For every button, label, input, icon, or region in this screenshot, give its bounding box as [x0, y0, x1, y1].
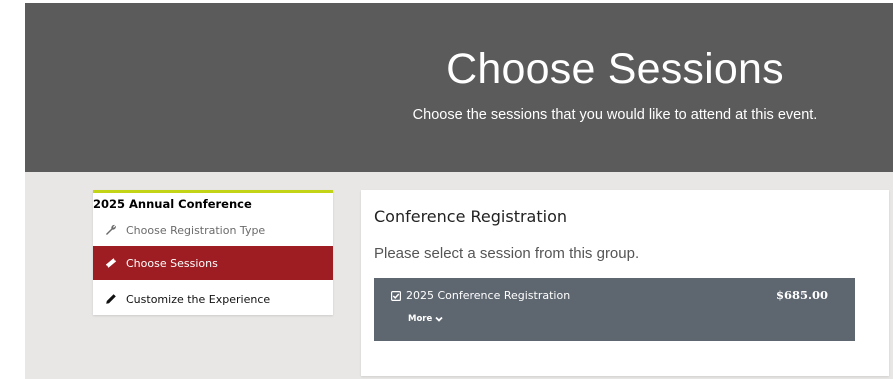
step-label: Choose Sessions — [126, 256, 218, 270]
session-name: 2025 Conference Registration — [406, 289, 571, 302]
chevron-down-icon — [435, 315, 443, 323]
pencil-icon — [105, 293, 117, 305]
session-group-instruction: Please select a session from this group. — [374, 245, 640, 262]
registration-steps-sidebar: 2025 Annual Conference Choose Registrati… — [93, 190, 333, 315]
event-name-heading: 2025 Annual Conference — [93, 197, 252, 211]
checked-checkbox-icon[interactable] — [391, 290, 401, 301]
session-select[interactable]: 2025 Conference Registration — [391, 289, 570, 302]
session-price: $685.00 — [775, 288, 828, 302]
page-title: Choose Sessions — [446, 45, 784, 93]
page-header-banner: Choose Sessions Choose the sessions that… — [25, 3, 893, 172]
more-label: More — [408, 314, 433, 324]
step-choose-registration-type[interactable]: Choose Registration Type — [93, 213, 333, 247]
page-subtitle: Choose the sessions that you would like … — [412, 107, 818, 123]
session-group-title: Conference Registration — [374, 207, 567, 226]
step-customize-experience[interactable]: Customize the Experience — [93, 282, 333, 316]
step-label: Choose Registration Type — [126, 223, 266, 237]
wrench-icon — [105, 224, 117, 236]
more-details-toggle[interactable]: More — [408, 314, 443, 324]
step-label: Customize the Experience — [126, 292, 271, 306]
session-option[interactable]: 2025 Conference Registration $685.00 Mor… — [374, 278, 855, 341]
step-choose-sessions[interactable]: Choose Sessions — [93, 246, 333, 280]
session-group-panel: Conference Registration Please select a … — [361, 190, 889, 376]
page-frame: Choose Sessions Choose the sessions that… — [25, 3, 893, 379]
ticket-icon — [105, 257, 117, 269]
